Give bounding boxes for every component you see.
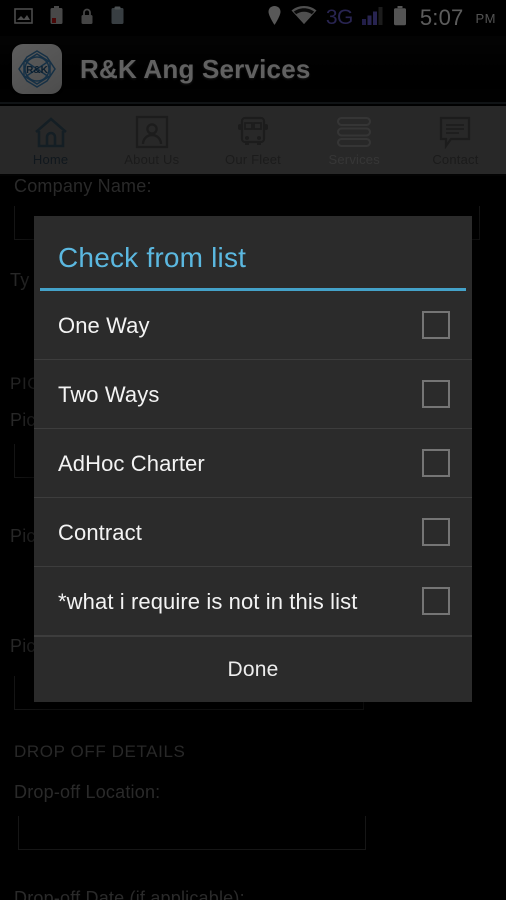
list-item[interactable]: One Way bbox=[34, 291, 472, 360]
dialog-title-area: Check from list bbox=[34, 216, 472, 288]
option-checkbox[interactable] bbox=[422, 380, 450, 408]
option-label: *what i require is not in this list bbox=[58, 588, 358, 614]
phone-screen: 3G 5:07 PM R&K R&K Ang Servic bbox=[0, 0, 506, 900]
list-item[interactable]: AdHoc Charter bbox=[34, 429, 472, 498]
option-label: Two Ways bbox=[58, 381, 160, 407]
check-from-list-dialog: Check from list One Way Two Ways AdHoc C… bbox=[34, 216, 472, 702]
dialog-options-list: One Way Two Ways AdHoc Charter Contract … bbox=[34, 291, 472, 636]
option-checkbox[interactable] bbox=[422, 587, 450, 615]
list-item[interactable]: Contract bbox=[34, 498, 472, 567]
done-button[interactable]: Done bbox=[227, 658, 278, 682]
dialog-title: Check from list bbox=[58, 242, 247, 273]
dialog-footer: Done bbox=[34, 636, 472, 702]
option-checkbox[interactable] bbox=[422, 449, 450, 477]
option-label: Contract bbox=[58, 519, 142, 545]
list-item[interactable]: Two Ways bbox=[34, 360, 472, 429]
option-label: One Way bbox=[58, 312, 150, 338]
option-label: AdHoc Charter bbox=[58, 450, 205, 476]
option-checkbox[interactable] bbox=[422, 518, 450, 546]
list-item[interactable]: *what i require is not in this list bbox=[34, 567, 472, 636]
option-checkbox[interactable] bbox=[422, 311, 450, 339]
